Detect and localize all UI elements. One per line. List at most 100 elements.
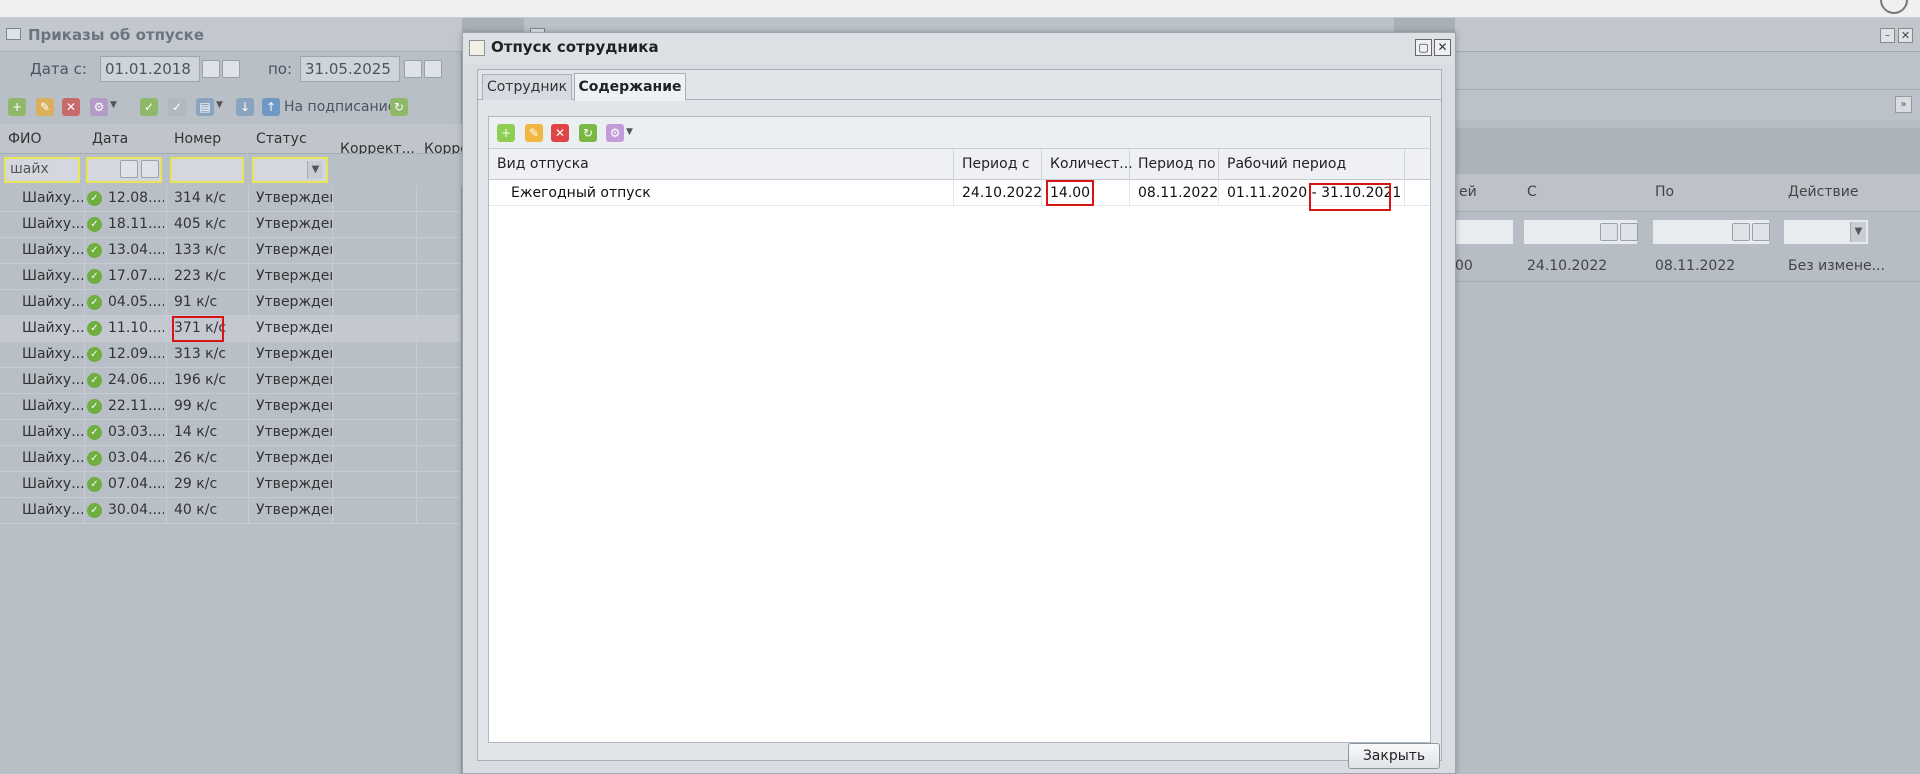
filter-date-calendar-icon[interactable] (120, 160, 138, 178)
filter-s-clear-icon[interactable] (1620, 223, 1638, 241)
table-row[interactable]: Шайху... ✓ 30.04.... 40 к/с Утвержден (0, 498, 460, 524)
filter-status-select[interactable]: ▼ (252, 157, 328, 183)
edit-icon[interactable]: ✎ (525, 124, 543, 142)
chevron-down-icon[interactable]: ▼ (626, 127, 633, 137)
edit-icon[interactable]: ✎ (36, 98, 54, 116)
filter-number-input[interactable] (170, 157, 244, 183)
filter-fio-input[interactable]: шайх (4, 157, 80, 183)
cell-number: 314 к/с (174, 190, 227, 206)
table-row[interactable]: Шайху... ✓ 04.05.... 91 к/с Утвержден (0, 290, 460, 316)
sign-icon[interactable]: ↑ (262, 98, 280, 116)
right-filter-row: ▼ (1455, 212, 1920, 252)
print-icon[interactable]: ▤ (196, 98, 214, 116)
table-row[interactable]: Шайху... ✓ 07.04.... 29 к/с Утвержден (0, 472, 460, 498)
col-period-to[interactable]: Период по (1130, 149, 1219, 180)
settings-icon[interactable]: ⚙ (90, 98, 108, 116)
col-action[interactable]: Действие (1788, 184, 1858, 200)
right-grid-row[interactable]: 00 24.10.2022 08.11.2022 Без измене... (1455, 252, 1920, 282)
add-icon[interactable]: + (497, 124, 515, 142)
refresh-icon[interactable]: ↻ (579, 124, 597, 142)
table-row[interactable]: Шайху... ✓ 03.04.... 26 к/с Утвержден (0, 446, 460, 472)
col-status[interactable]: Статус (248, 124, 332, 154)
col-sep (248, 238, 249, 264)
col-sep (416, 212, 417, 238)
unapprove-icon[interactable]: ✓ (168, 98, 186, 116)
date-to-clear-icon[interactable] (424, 60, 442, 78)
table-row[interactable]: Шайху... ✓ 11.10.... 371 к/с Утвержден (0, 316, 460, 342)
top-app-strip (0, 0, 1920, 18)
col-work-period[interactable]: Рабочий период (1219, 149, 1405, 180)
maximize-icon[interactable]: ▢ (1415, 39, 1432, 56)
col-sep (166, 420, 167, 446)
cell-date: 04.05.... (108, 294, 164, 310)
col-sep (416, 498, 417, 524)
col-partial[interactable]: ей (1459, 184, 1477, 200)
close-button[interactable]: Закрыть (1348, 743, 1440, 769)
cell-fio: Шайху... (22, 346, 84, 362)
col-po[interactable]: По (1655, 184, 1674, 200)
delete-icon[interactable]: ✕ (62, 98, 80, 116)
content-grid-row[interactable]: Ежегодный отпуск 24.10.2022 14.00 08.11.… (489, 180, 1430, 211)
col-period-from[interactable]: Период с (954, 149, 1042, 180)
cell-fio: Шайху... (22, 450, 84, 466)
export-icon[interactable]: ↓ (236, 98, 254, 116)
filter-date-clear-icon[interactable] (141, 160, 159, 178)
cell-date: 11.10.... (108, 320, 164, 336)
col-number[interactable]: Номер (166, 124, 248, 154)
delete-icon[interactable]: ✕ (551, 124, 569, 142)
send-to-sign-button[interactable]: На подписание (284, 99, 396, 115)
cell-date: 30.04.... (108, 502, 164, 518)
cell-date: 12.08.... (108, 190, 164, 206)
chevron-down-icon[interactable]: ▼ (110, 100, 117, 110)
tab-employee[interactable]: Сотрудник (482, 74, 572, 100)
table-row[interactable]: Шайху... ✓ 18.11.... 405 к/с Утвержден (0, 212, 460, 238)
table-row[interactable]: Шайху... ✓ 24.06.... 196 к/с Утвержден (0, 368, 460, 394)
cell-status: Утвержден (256, 190, 332, 206)
approved-check-icon: ✓ (87, 321, 102, 336)
cell-fio: Шайху... (22, 398, 84, 414)
cell-number: 40 к/с (174, 502, 218, 518)
close-icon[interactable]: ✕ (1898, 28, 1913, 43)
col-sep (332, 186, 333, 212)
cell-date: 12.09.... (108, 346, 164, 362)
close-icon[interactable]: ✕ (1434, 39, 1451, 56)
table-row[interactable]: Шайху... ✓ 03.03.... 14 к/с Утвержден (0, 420, 460, 446)
filter-po-clear-icon[interactable] (1752, 223, 1770, 241)
cell-status: Утвержден (256, 372, 332, 388)
date-from-field[interactable]: 01.01.2018 (100, 56, 200, 82)
tab-content[interactable]: Содержание (574, 73, 686, 101)
table-row[interactable]: Шайху... ✓ 12.08.... 314 к/с Утвержден (0, 186, 460, 212)
table-row[interactable]: Шайху... ✓ 22.11.... 99 к/с Утвержден (0, 394, 460, 420)
orders-panel-title: Приказы об отпуске (28, 26, 204, 44)
table-row[interactable]: Шайху... ✓ 17.07.... 223 к/с Утвержден (0, 264, 460, 290)
date-from-clear-icon[interactable] (222, 60, 240, 78)
col-s[interactable]: С (1527, 184, 1537, 200)
right-panel-bar (1455, 128, 1920, 174)
filter-action-select[interactable]: ▼ (1783, 219, 1869, 245)
tab-content-label: Содержание (578, 79, 682, 95)
date-from-calendar-icon[interactable] (202, 60, 220, 78)
col-leave-type[interactable]: Вид отпуска (489, 149, 954, 180)
cell-date: 07.04.... (108, 476, 164, 492)
col-quantity[interactable]: Количест... (1042, 149, 1133, 180)
col-fio[interactable]: ФИО (0, 124, 84, 154)
approve-icon[interactable]: ✓ (140, 98, 158, 116)
approved-check-icon: ✓ (87, 373, 102, 388)
col-sep (166, 342, 167, 368)
orders-panel-header: Приказы об отпуске (0, 18, 462, 52)
add-icon[interactable]: + (8, 98, 26, 116)
date-to-calendar-icon[interactable] (404, 60, 422, 78)
settings-icon[interactable]: ⚙ (606, 124, 624, 142)
table-row[interactable]: Шайху... ✓ 12.09.... 313 к/с Утвержден (0, 342, 460, 368)
filter-s-calendar-icon[interactable] (1600, 223, 1618, 241)
col-date[interactable]: Дата (84, 124, 166, 154)
table-row[interactable]: Шайху... ✓ 13.04.... 133 к/с Утвержден (0, 238, 460, 264)
col-sep (84, 264, 85, 290)
chevron-down-icon[interactable]: ▼ (216, 100, 223, 110)
refresh-icon[interactable]: ↻ (390, 98, 408, 116)
minimize-icon[interactable]: – (1880, 28, 1895, 43)
date-to-field[interactable]: 31.05.2025 (300, 56, 400, 82)
filter-partial-input[interactable] (1455, 219, 1514, 245)
expand-icon[interactable]: » (1895, 96, 1912, 113)
filter-po-calendar-icon[interactable] (1732, 223, 1750, 241)
